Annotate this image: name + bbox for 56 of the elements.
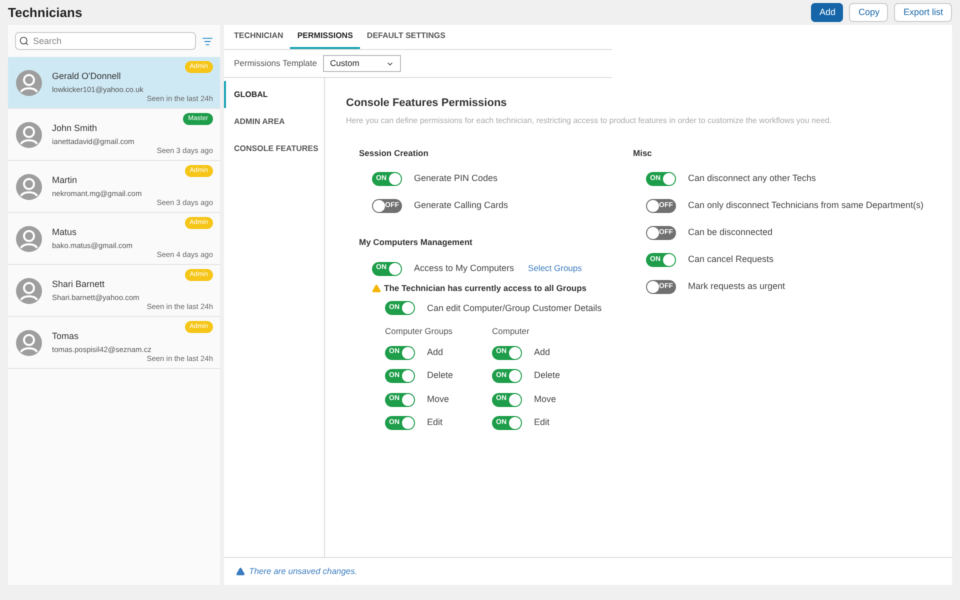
toggle-label: Can only disconnect Technicians from same Department(s) xyxy=(688,199,924,212)
technician-name: John Smith xyxy=(52,122,98,136)
section-item[interactable]: ADMIN AREA xyxy=(224,108,324,135)
avatar-icon xyxy=(16,330,42,356)
section-heading: Session Creation xyxy=(359,146,430,160)
avatar-icon xyxy=(16,278,42,304)
tab[interactable]: PERMISSIONS xyxy=(290,25,360,49)
column-heading: Computer Groups xyxy=(385,324,454,338)
section-item[interactable]: GLOBAL xyxy=(224,81,324,108)
warning-text: The Technician has currently access to all Groups xyxy=(384,282,586,295)
toggle-label: Can cancel Requests xyxy=(688,253,774,266)
technician-name: Shari Barnett xyxy=(52,278,106,292)
toggle-label: Can disconnect any other Techs xyxy=(688,172,816,185)
toggle-label: Add xyxy=(534,346,550,359)
toggle-label: Can be disconnected xyxy=(688,226,773,239)
section-item[interactable]: CONSOLE FEATURES xyxy=(224,135,324,162)
avatar-icon xyxy=(16,70,42,96)
tab[interactable]: TECHNICIAN xyxy=(227,25,290,49)
header-button[interactable]: Copy xyxy=(849,3,888,22)
warning-icon xyxy=(372,284,381,293)
section-heading: My Computers Management xyxy=(359,236,474,249)
technician-name: Gerald O'Donnell xyxy=(52,70,122,84)
toggle-label: Move xyxy=(534,392,556,406)
column-heading: Computer xyxy=(492,324,530,338)
technician-name: Martin xyxy=(52,174,78,188)
template-label: Permissions Template xyxy=(234,57,317,70)
toggle-label: Delete xyxy=(427,369,454,382)
header-button[interactable]: Add xyxy=(811,3,844,22)
toggle-label: Add xyxy=(427,346,444,359)
toggle-label: Move xyxy=(427,392,450,406)
search-icon xyxy=(19,36,29,46)
search-field[interactable]: Search xyxy=(15,32,196,50)
content-description: Here you can define permissions for each technician, restricting access to product features in order to customize the workflows you need. xyxy=(346,114,833,126)
section-heading: Misc xyxy=(633,146,653,160)
toggle-label: Generate Calling Cards xyxy=(414,199,508,212)
template-dropdown[interactable]: Custom xyxy=(323,55,401,72)
page-title: Technicians xyxy=(8,4,82,22)
avatar-icon xyxy=(16,122,42,148)
toggle-label: Generate PIN Codes xyxy=(414,172,498,185)
toggle-label: Delete xyxy=(534,369,560,382)
filter-icon[interactable] xyxy=(202,36,213,46)
technician-name: Tomas xyxy=(52,330,80,344)
toggle-label: Edit xyxy=(534,416,550,430)
tab[interactable]: DEFAULT SETTINGS xyxy=(360,25,452,49)
warning-icon xyxy=(236,567,245,576)
toggle-label: Mark requests as urgent xyxy=(688,280,786,293)
technician-name: Matus xyxy=(52,226,78,240)
toggle-label: Can edit Computer/Group Customer Details xyxy=(427,302,602,315)
toggle-label: Edit xyxy=(427,416,443,430)
avatar-icon xyxy=(16,174,42,200)
toggle-label: Access to My Computers xyxy=(414,262,514,275)
content-title: Console Features Permissions xyxy=(346,96,508,111)
unsaved-changes-notice: There are unsaved changes. xyxy=(249,565,358,578)
select-groups-link[interactable]: Select Groups xyxy=(528,262,582,275)
avatar-icon xyxy=(16,226,42,252)
header-button[interactable]: Export list xyxy=(894,3,952,22)
